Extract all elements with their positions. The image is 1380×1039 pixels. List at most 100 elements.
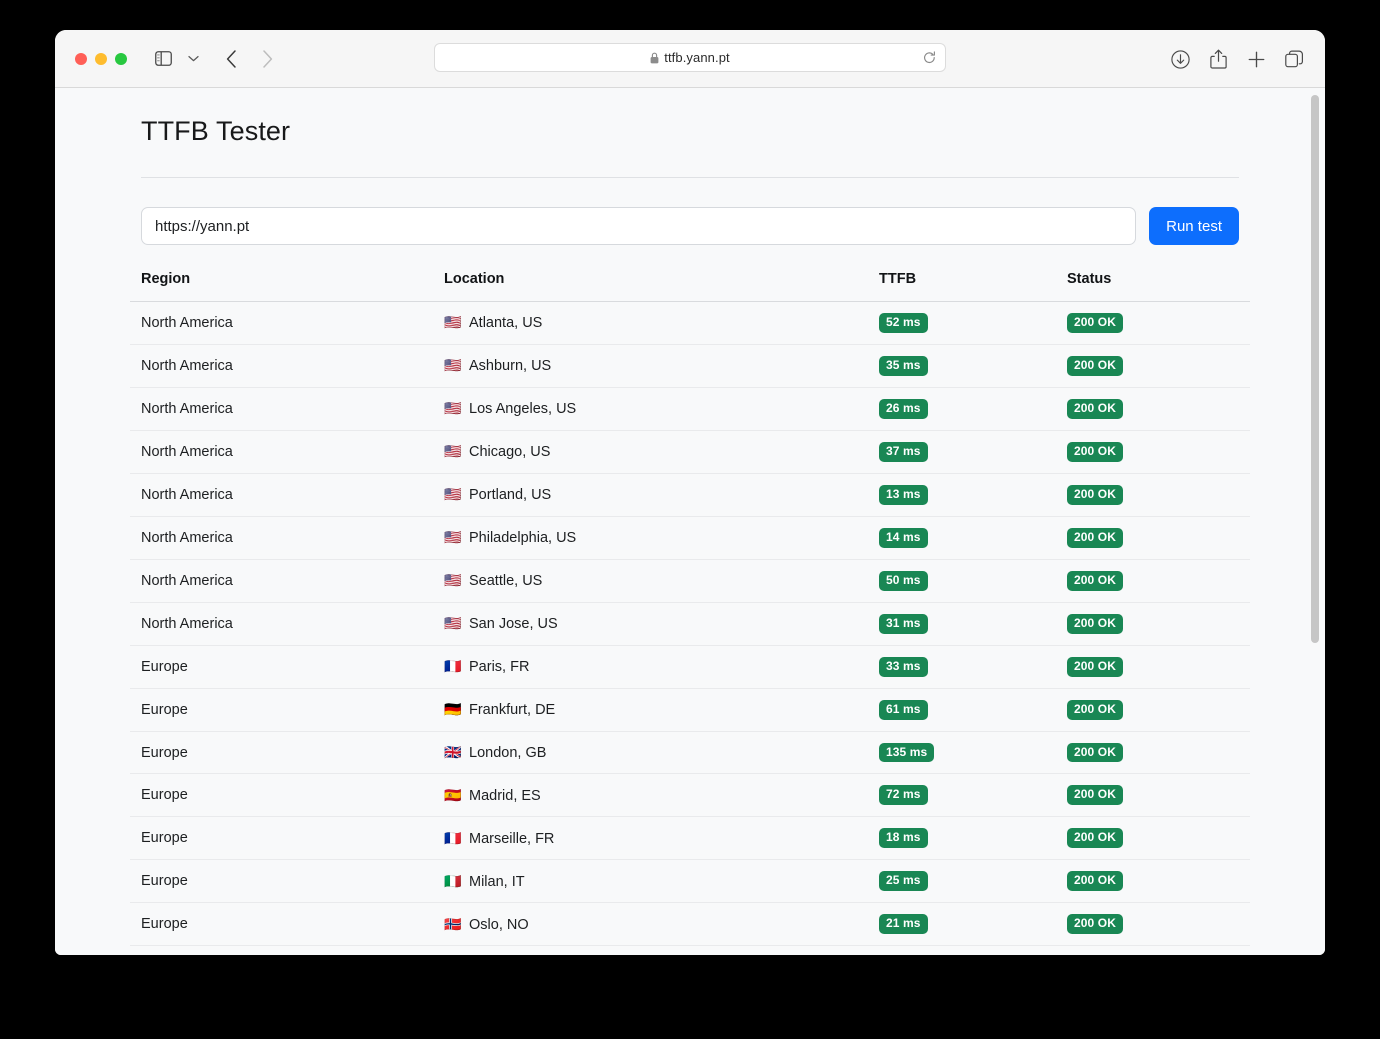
status-badge: 200 OK (1067, 398, 1123, 419)
cell-status: 200 OK (1056, 816, 1250, 861)
table-row: Europe 🇬🇧 London, GB 135 ms 200 OK (130, 731, 1250, 775)
location-label: Los Angeles, US (469, 401, 577, 418)
cell-region: Europe (130, 731, 433, 775)
cell-location: 🇺🇸 Chicago, US (433, 430, 868, 474)
cell-region: Europe (130, 773, 433, 818)
close-window-button[interactable] (75, 52, 87, 65)
table-row: Europe 🇫🇷 Marseille, FR 18 ms 200 OK (130, 816, 1250, 861)
cell-status: 200 OK (1056, 945, 1250, 955)
table-row: Europe 🇮🇹 Milan, IT 25 ms 200 OK (130, 859, 1250, 904)
table-row: Europe 🇪🇸 Madrid, ES 72 ms 200 OK (130, 773, 1250, 818)
location-label: Ashburn, US (469, 358, 552, 375)
desktop-background: ttfb.yann.pt TTFB Tester https://yann.pt… (0, 0, 1380, 1039)
toolbar-right-controls (1169, 30, 1305, 88)
country-flag-icon: 🇮🇹 (444, 872, 462, 889)
cell-region: North America (130, 387, 433, 431)
location-label: San Jose, US (469, 616, 558, 633)
cell-region: North America (130, 430, 433, 474)
cell-ttfb: 50 ms (868, 559, 1056, 603)
chevron-down-icon[interactable] (179, 46, 207, 72)
cell-ttfb: 61 ms (868, 688, 1056, 732)
location-label: Portland, US (469, 487, 552, 504)
cell-region: Europe (130, 688, 433, 732)
location-label: Atlanta, US (469, 315, 543, 332)
page-scrollbar[interactable] (1311, 88, 1322, 955)
country-flag-icon: 🇫🇷 (444, 829, 462, 846)
reload-icon[interactable] (923, 50, 936, 65)
location-label: Chicago, US (469, 444, 551, 461)
cell-region: North America (130, 473, 433, 517)
ttfb-results-table: Region Location TTFB Status North Americ… (130, 271, 1250, 955)
table-row: North America 🇺🇸 Atlanta, US 52 ms 200 OK (130, 301, 1250, 345)
back-icon[interactable] (217, 46, 245, 72)
country-flag-icon: 🇫🇷 (444, 658, 462, 675)
cell-region: Europe (130, 902, 433, 947)
cell-region: North America (130, 344, 433, 388)
status-badge: 200 OK (1067, 441, 1123, 462)
cell-status: 200 OK (1056, 731, 1250, 775)
country-flag-icon: 🇬🇧 (444, 744, 462, 760)
cell-location: 🇫🇷 Paris, FR (433, 645, 868, 689)
cell-status: 200 OK (1056, 773, 1250, 818)
scrollbar-thumb[interactable] (1311, 95, 1319, 643)
table-row: Europe 🇫🇷 Paris, FR 33 ms 200 OK (130, 645, 1250, 689)
address-bar-container: ttfb.yann.pt (434, 43, 946, 72)
column-header-ttfb: TTFB (868, 271, 1056, 302)
cell-location: 🇺🇸 Seattle, US (433, 559, 868, 603)
ttfb-badge: 50 ms (879, 570, 928, 591)
run-test-button[interactable]: Run test (1149, 207, 1239, 245)
country-flag-icon: 🇳🇴 (444, 915, 462, 932)
cell-region: North America (130, 602, 433, 646)
table-row: Europe 🇳🇴 Oslo, NO 21 ms 200 OK (130, 902, 1250, 947)
tab-overview-icon[interactable] (1283, 46, 1305, 72)
address-bar[interactable]: ttfb.yann.pt (434, 43, 946, 72)
download-icon[interactable] (1169, 46, 1191, 72)
cell-status: 200 OK (1056, 473, 1250, 517)
minimize-window-button[interactable] (95, 52, 107, 65)
status-badge: 200 OK (1067, 484, 1123, 505)
ttfb-badge: 37 ms (879, 441, 928, 462)
status-badge: 200 OK (1067, 570, 1123, 591)
cell-ttfb: 17 ms (868, 945, 1056, 955)
location-label: Marseille, FR (469, 830, 555, 847)
cell-ttfb: 52 ms (868, 301, 1056, 345)
table-header-row: Region Location TTFB Status (130, 271, 1250, 302)
cell-ttfb: 33 ms (868, 645, 1056, 689)
location-label: Frankfurt, DE (469, 702, 556, 719)
ttfb-badge: 52 ms (879, 313, 928, 333)
table-row: North America 🇺🇸 Los Angeles, US 26 ms 200 O… (130, 387, 1250, 431)
cell-ttfb: 21 ms (868, 902, 1056, 947)
ttfb-badge: 135 ms (879, 742, 935, 763)
cell-region: North America (130, 559, 433, 603)
cell-location: 🇬🇧 London, GB (433, 731, 868, 775)
cell-status: 200 OK (1056, 301, 1250, 345)
window-controls (75, 52, 127, 65)
status-badge: 200 OK (1067, 828, 1123, 849)
sidebar-toggle-icon[interactable] (149, 46, 177, 72)
cell-status: 200 OK (1056, 688, 1250, 732)
cell-ttfb: 13 ms (868, 473, 1056, 517)
status-badge: 200 OK (1067, 742, 1123, 763)
status-badge: 200 OK (1067, 871, 1123, 892)
cell-status: 200 OK (1056, 859, 1250, 904)
column-header-status: Status (1056, 271, 1250, 302)
table-body: North America 🇺🇸 Atlanta, US 52 ms 200 OK Nor… (130, 301, 1250, 955)
ttfb-badge: 33 ms (879, 656, 928, 677)
table-row: North America 🇺🇸 Ashburn, US 35 ms 200 OK (130, 344, 1250, 388)
cell-status: 200 OK (1056, 902, 1250, 947)
maximize-window-button[interactable] (115, 52, 127, 65)
column-header-region: Region (130, 271, 433, 302)
location-label: Paris, FR (469, 659, 530, 676)
new-tab-icon[interactable] (1245, 46, 1267, 72)
country-flag-icon: 🇩🇪 (444, 701, 462, 718)
ttfb-badge: 13 ms (879, 484, 928, 505)
table-row: Europe🇦🇹Vienna, AT17 ms200 OK (130, 945, 1250, 955)
table-row: North America 🇺🇸 Seattle, US 50 ms 200 OK (130, 559, 1250, 603)
forward-icon[interactable] (253, 46, 281, 72)
country-flag-icon: 🇺🇸 (444, 486, 462, 503)
cell-region: Europe (130, 945, 433, 955)
share-icon[interactable] (1207, 46, 1229, 72)
ttfb-badge: 35 ms (879, 355, 928, 376)
url-input[interactable] (141, 207, 1137, 245)
page-title: TTFB Tester (141, 116, 291, 146)
